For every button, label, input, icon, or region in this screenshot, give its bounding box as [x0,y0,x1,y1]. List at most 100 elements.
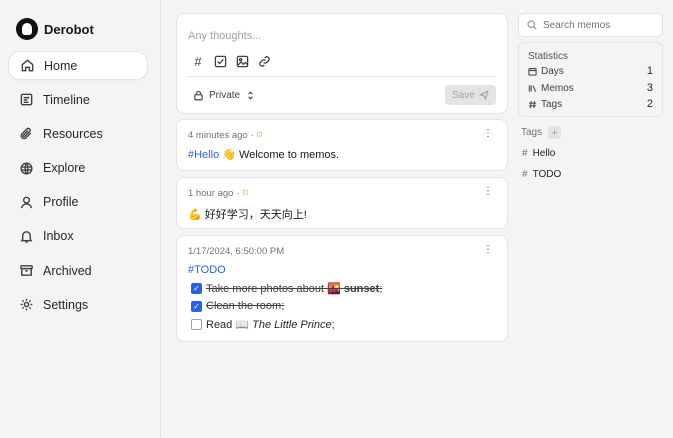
memo-text: 好好学习，天天向上! [204,209,307,221]
app-name: Derobot [44,21,94,37]
search-box [518,13,663,37]
more-options-icon[interactable]: ⋮ [483,129,493,139]
user-icon [20,196,33,209]
memo-tag[interactable]: #Hello [188,149,219,161]
nav-label: Settings [43,297,89,312]
memo-card: 4 minutes ago · ⌑ ⋮ #Hello 👋 Welcome to … [176,119,508,171]
task-text: Take more photos about 🌇 sunset; [206,283,383,295]
checkbox-insert-icon[interactable] [213,54,227,68]
paperclip-icon [20,128,32,140]
link-icon[interactable] [257,54,271,68]
nav-item-explore[interactable]: Explore [8,154,148,183]
stat-label: Tags [541,98,563,110]
tag-label: Hello [532,148,556,159]
nav-label: Timeline [43,92,90,107]
more-options-icon[interactable]: ⋮ [483,245,493,255]
memo-content: #Hello 👋 Welcome to memos. [188,148,339,161]
tags-title: Tags [521,127,543,138]
nav-item-inbox[interactable]: Inbox [8,222,148,251]
task-text: Clean the room; [206,300,285,312]
wave-emoji: 👋 [222,149,236,161]
memo-meta: 4 minutes ago · ⌑ [188,130,262,141]
tag-label: TODO [532,169,562,180]
image-icon[interactable] [235,54,249,68]
task-text: Read 📖 The Little Prince; [206,319,335,331]
stat-row-days: Days 1 [528,65,653,77]
sunset-emoji: 🌇 [327,283,341,295]
send-icon [478,90,489,100]
divider [188,76,496,77]
statistics-title: Statistics [528,51,569,62]
globe-icon [20,162,33,175]
task-checkbox[interactable] [191,319,202,330]
bookmark-icon[interactable]: ⌑ [257,130,262,141]
book-emoji: 📖 [235,319,250,331]
save-label: Save [452,89,475,101]
home-icon [21,59,34,72]
stat-row-tags: Tags 2 [528,98,653,110]
nav-item-profile[interactable]: Profile [8,188,148,217]
memo-meta: 1/17/2024, 6:50:00 PM [188,246,284,257]
visibility-select[interactable]: Private [193,90,256,101]
memo-time: 1 hour ago [188,188,234,199]
tag-item-hello[interactable]: # Hello [522,148,555,159]
brand[interactable]: Derobot [16,18,94,40]
nav-label: Explore [43,161,86,176]
tag-item-todo[interactable]: # TODO [522,169,561,180]
hash-icon[interactable]: # [191,54,205,69]
memo-content: #TODO [188,264,226,276]
memo-time: 4 minutes ago [188,130,248,141]
task-item: Read 📖 The Little Prince; [191,318,335,331]
task-item: ✓ Take more photos about 🌇 sunset; [191,282,382,295]
nav-label: Profile [43,195,79,210]
nav-item-home[interactable]: Home [8,51,148,80]
memo-card: 1/17/2024, 6:50:00 PM ⋮ #TODO ✓ Take mor… [176,235,508,342]
task-checkbox[interactable]: ✓ [191,283,202,294]
search-icon [527,20,537,30]
archive-icon [20,265,33,277]
sidebar: Derobot Home Timeline Resources Explore … [0,0,161,438]
nav-item-archived[interactable]: Archived [8,256,148,285]
nav-label: Home [44,58,78,73]
stat-value: 3 [646,82,653,94]
avatar [16,18,38,40]
statistics-panel: Statistics Days 1 Memos 3 Tags 2 [518,42,663,117]
tags-header: Tags + [521,126,562,139]
bookmark-icon[interactable]: ⌑ [243,188,248,199]
nav-item-resources[interactable]: Resources [8,119,148,148]
nav-item-settings[interactable]: Settings [8,290,148,319]
stat-label: Days [541,65,564,77]
nav-item-timeline[interactable]: Timeline [8,85,148,114]
more-options-icon[interactable]: ⋮ [483,187,493,197]
bell-icon [20,231,33,243]
visibility-label: Private [209,90,241,101]
calendar-icon [528,67,537,76]
library-icon [528,84,537,92]
nav-label: Archived [43,263,92,278]
memo-time: 1/17/2024, 6:50:00 PM [188,246,285,257]
memo-meta: 1 hour ago · ⌑ [188,188,248,199]
flex-emoji: 💪 [188,209,202,221]
stat-value: 2 [646,98,653,110]
stat-label: Memos [541,82,574,94]
nav-label: Resources [43,126,103,141]
editor-textarea[interactable]: Any thoughts... [188,30,261,42]
lock-icon [194,90,203,101]
task-checkbox[interactable]: ✓ [191,300,202,312]
task-item: ✓ Clean the room; [191,300,284,312]
memo-text: Welcome to memos. [239,149,340,161]
gear-icon [20,299,33,311]
search-input[interactable] [543,19,653,31]
nav-label: Inbox [43,229,74,244]
memo-editor: Any thoughts... # Private Save [176,13,508,114]
save-button[interactable]: Save [445,85,496,105]
memo-tag[interactable]: #TODO [188,264,226,276]
timeline-icon [20,93,33,106]
memo-card: 1 hour ago · ⌑ ⋮ 💪 好好学习，天天向上! [176,177,508,229]
chevron-updown-icon [248,91,253,100]
stat-row-memos: Memos 3 [528,82,653,94]
add-tag-button[interactable]: + [548,126,562,139]
editor-toolbar: # [191,54,271,69]
memo-content: 💪 好好学习，天天向上! [188,206,307,222]
hash-icon: # [522,169,528,180]
